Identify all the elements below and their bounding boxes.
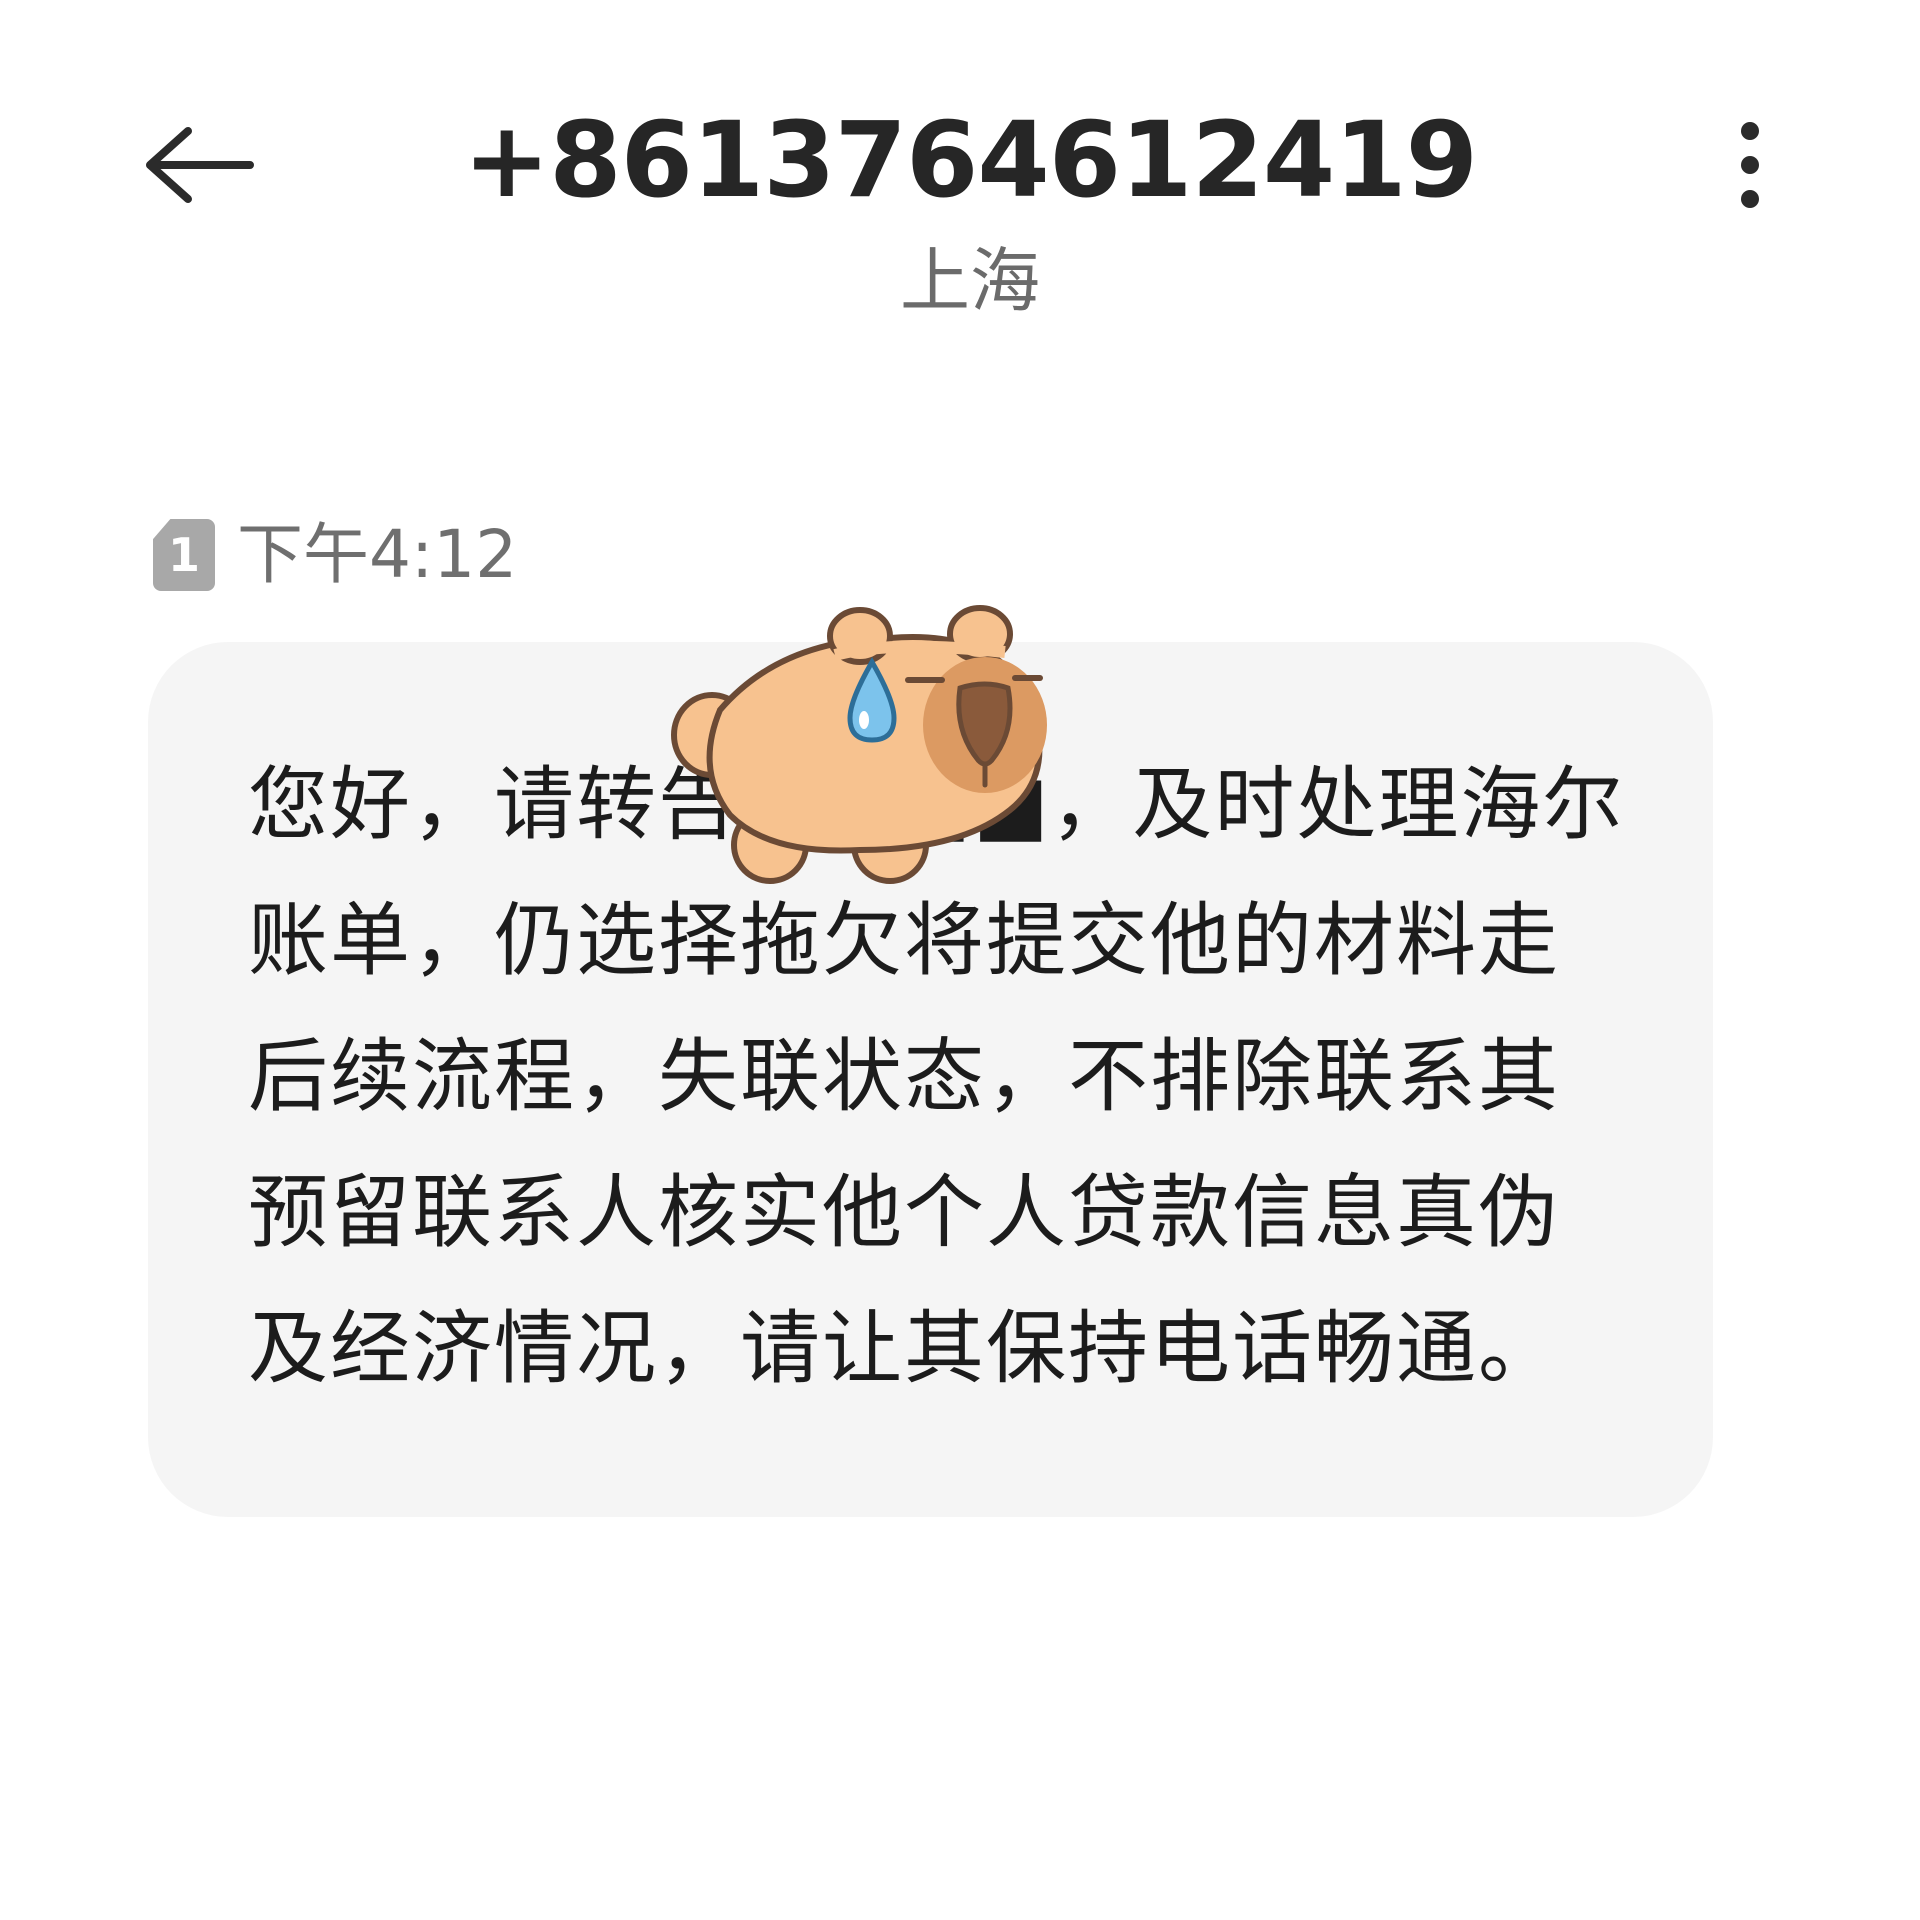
capybara-sweat-sticker: [671, 605, 1047, 884]
contact-number: +8613764612419: [463, 99, 1478, 221]
more-options-button[interactable]: [1700, 100, 1800, 230]
message-timestamp: 下午4:12: [237, 516, 518, 593]
arrow-left-icon: [146, 127, 254, 203]
contact-location: 上海: [900, 240, 1040, 322]
sim-card-icon: 1: [153, 519, 215, 591]
message-meta: 1 下午4:12: [153, 515, 517, 595]
conversation-header: +8613764612419 上海: [0, 0, 1920, 340]
back-button[interactable]: [140, 105, 280, 225]
more-vertical-icon: [1741, 122, 1759, 208]
